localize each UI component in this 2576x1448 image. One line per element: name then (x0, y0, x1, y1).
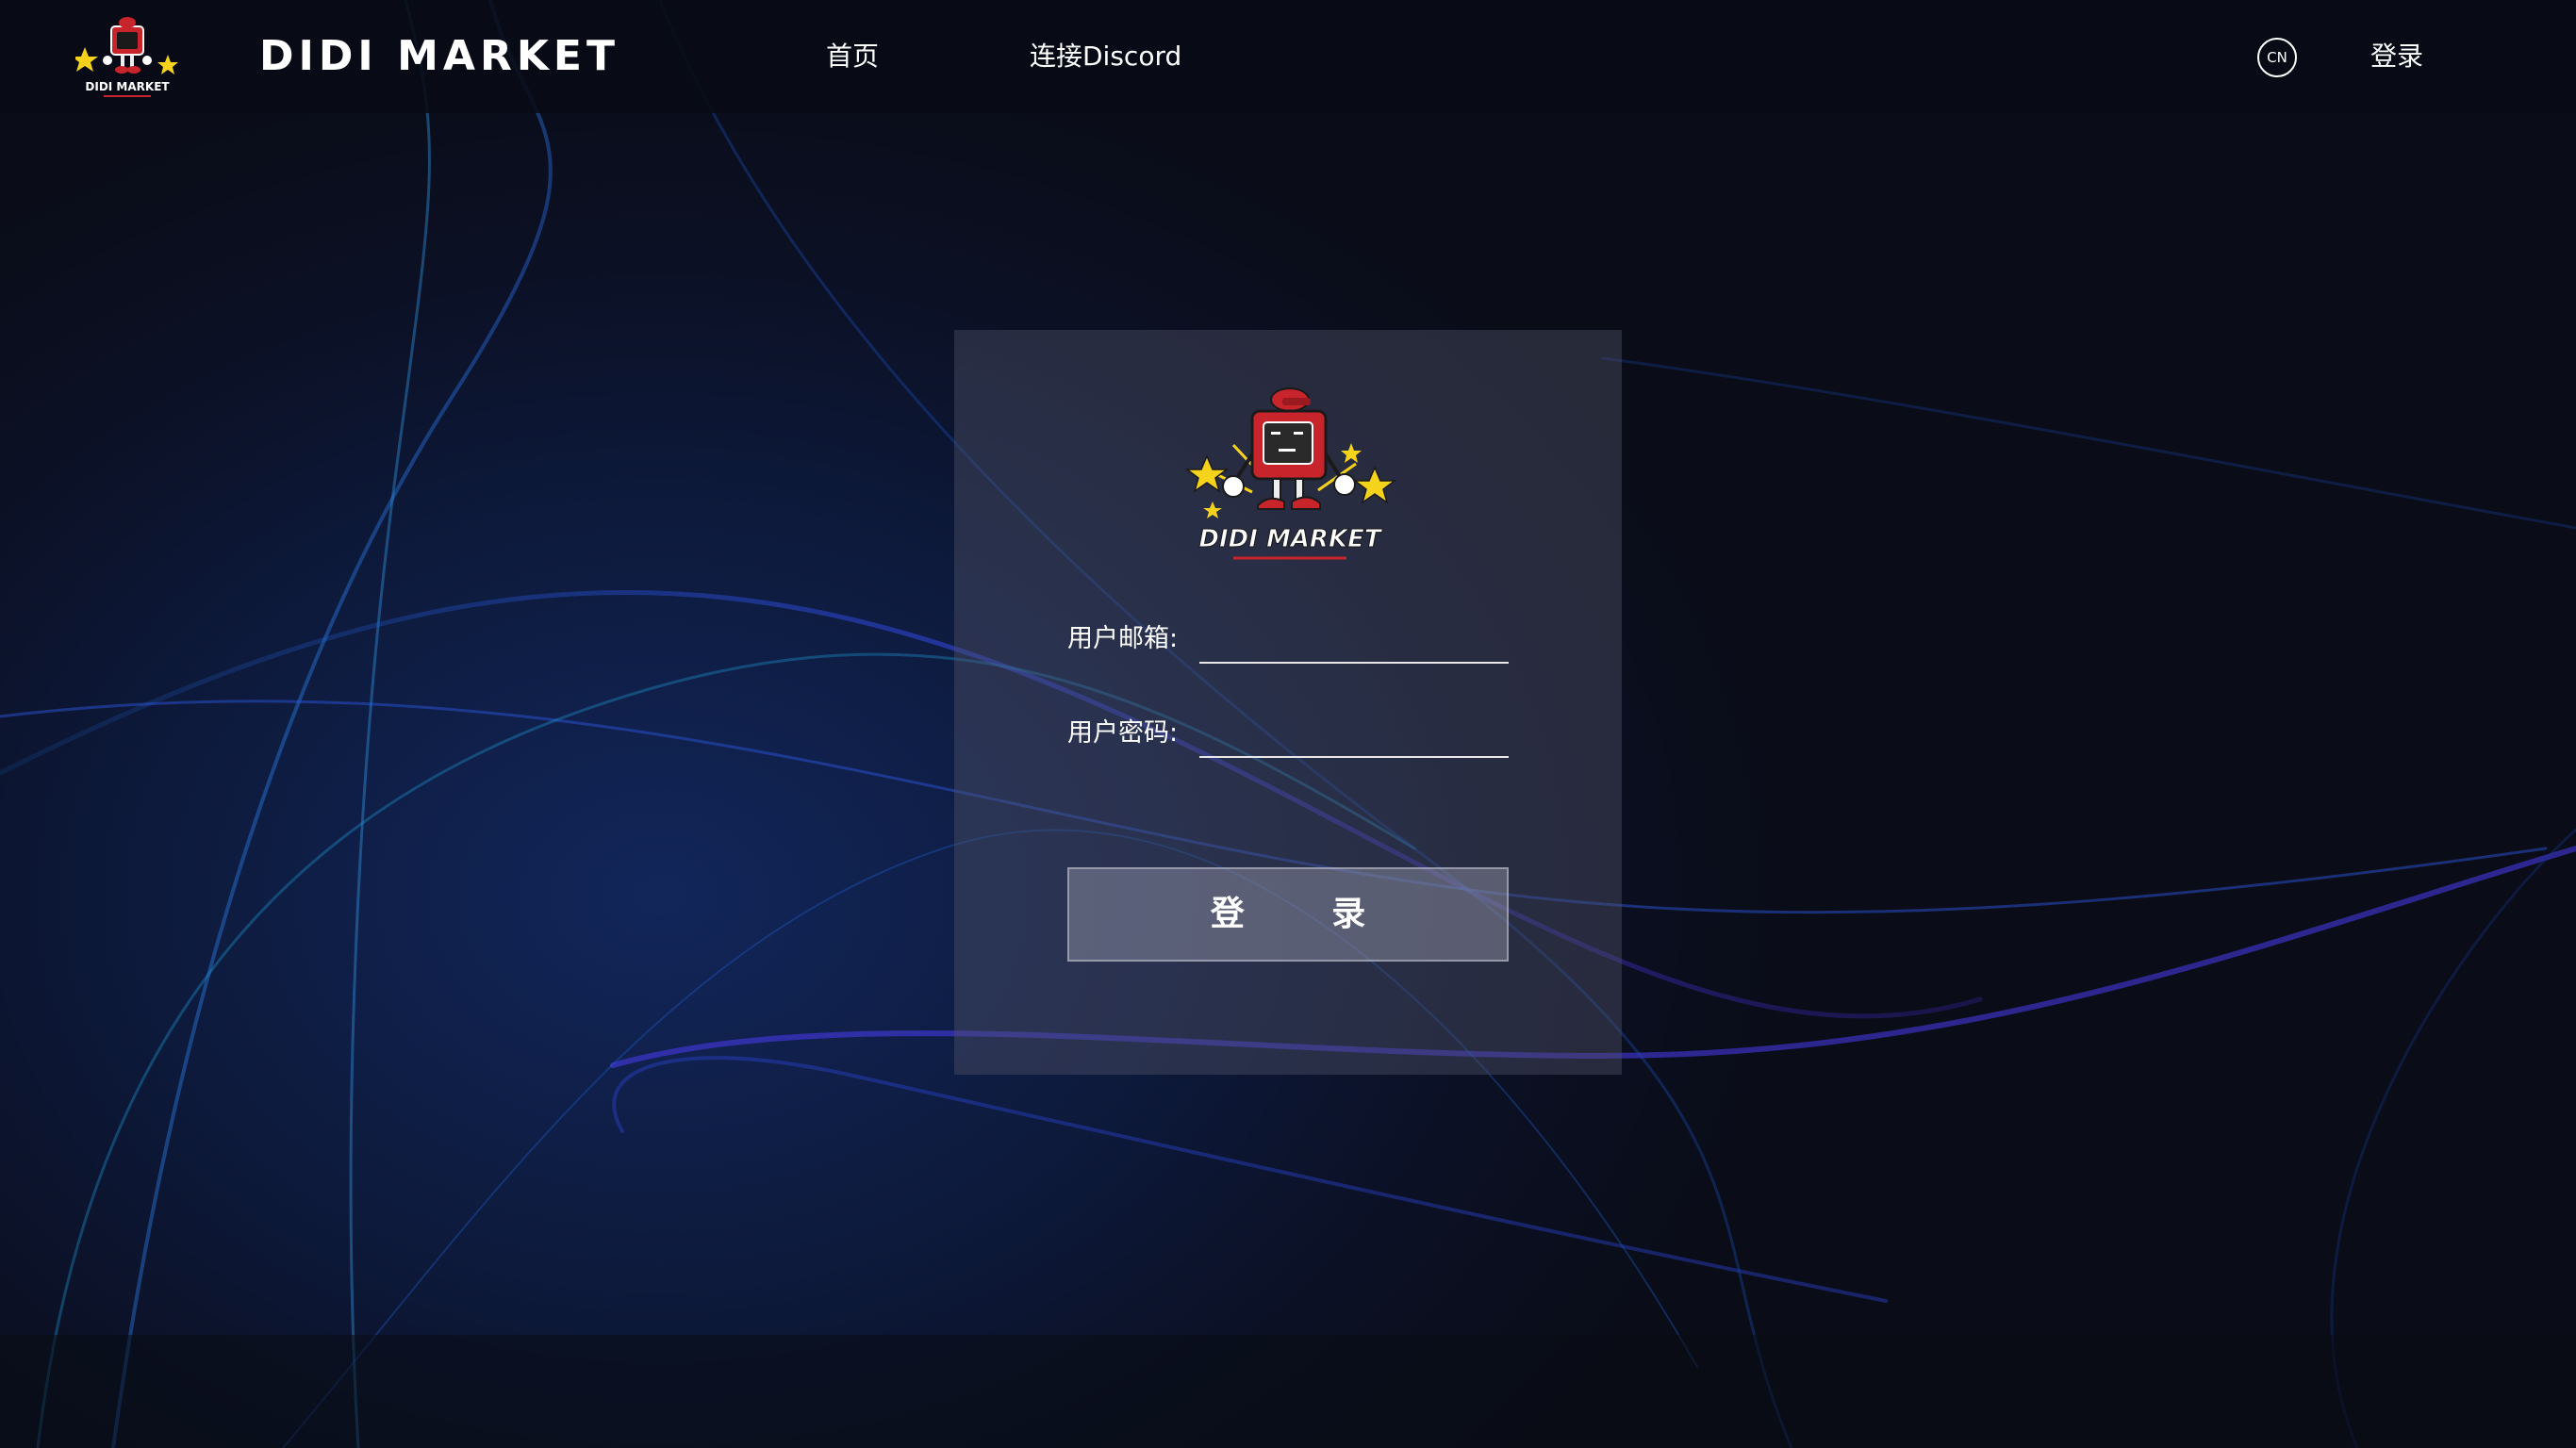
email-label: 用户邮箱: (1067, 624, 1179, 653)
nav-home-link[interactable]: 首页 (826, 36, 879, 77)
svg-text:DIDI MARKET: DIDI MARKET (1198, 525, 1382, 553)
password-label: 用户密码: (1067, 718, 1179, 748)
top-navbar: DIDI MARKET DIDI MARKET 首页 连接Discord CN … (0, 0, 2576, 113)
didi-market-logo-icon[interactable]: DIDI MARKET (72, 9, 179, 104)
nav-discord-link[interactable]: 连接Discord (1030, 36, 1181, 77)
language-switch-button[interactable]: CN (2257, 38, 2297, 77)
login-page: DIDI MARKET DIDI MARKET 首页 连接Discord CN … (0, 0, 2576, 1448)
login-submit-button[interactable]: 登 录 (1067, 867, 1509, 962)
brand-title: DIDI MARKET (259, 32, 619, 80)
svg-text:DIDI MARKET: DIDI MARKET (85, 80, 170, 93)
footer-band (0, 1335, 2576, 1448)
header-login-link[interactable]: 登录 (2370, 36, 2423, 77)
email-input[interactable] (1199, 624, 1509, 664)
login-card: DIDI MARKET 用户邮箱: 用户密码: 登 录 (954, 330, 1622, 1075)
didi-market-mascot-icon: DIDI MARKET (1177, 379, 1399, 568)
password-input[interactable] (1199, 718, 1509, 758)
